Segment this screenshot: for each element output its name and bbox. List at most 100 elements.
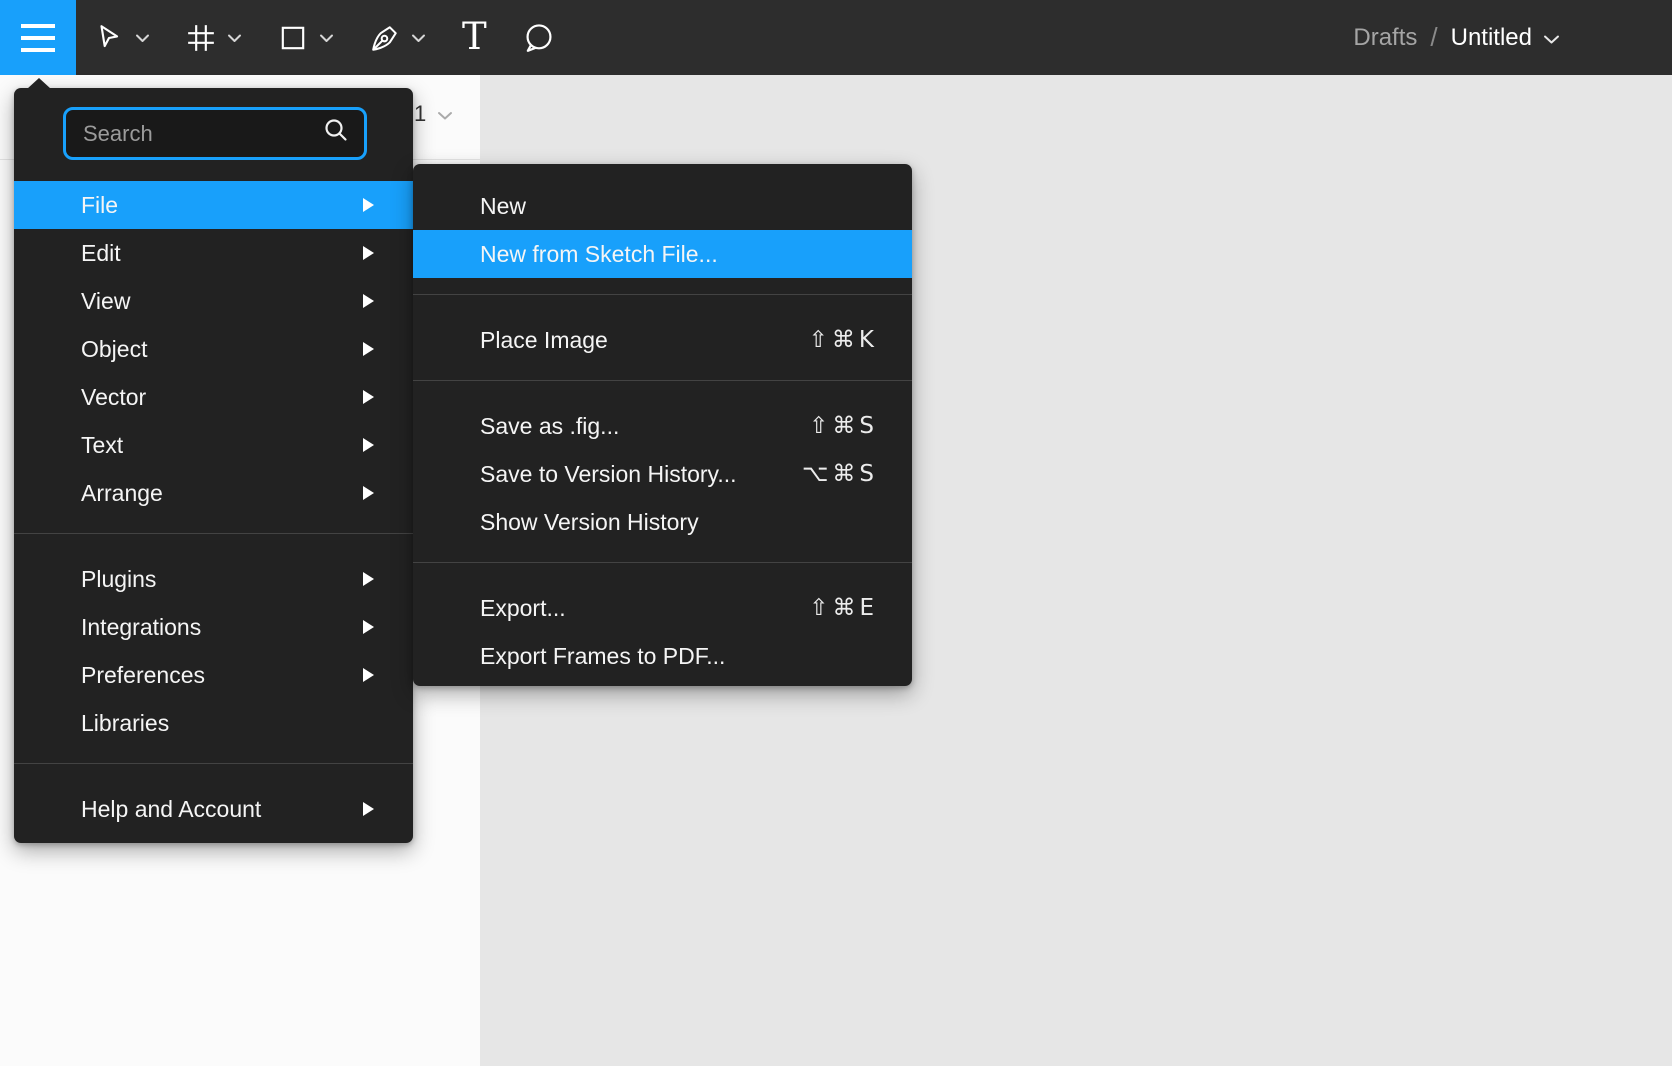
toolbar: T Drafts / Untitled: [0, 0, 1672, 75]
chevron-down-icon: [437, 101, 453, 127]
menu-divider: [413, 380, 912, 381]
cursor-icon: [94, 23, 124, 53]
menu-item-shortcut: ⌥⌘S: [802, 461, 878, 487]
tool-group: T: [90, 0, 559, 75]
submenu-arrow-icon: [363, 390, 374, 404]
menu-item-label: Integrations: [81, 614, 201, 641]
submenu-item-export[interactable]: Export... ⇧⌘E: [413, 584, 912, 632]
menu-item-shortcut: ⇧⌘E: [809, 595, 878, 621]
breadcrumb-separator: /: [1430, 22, 1437, 53]
main-menu: File Edit View Object Vector Text Arrange Plugi…: [14, 88, 413, 843]
menu-section: Place Image ⇧⌘K: [413, 316, 912, 364]
submenu-arrow-icon: [363, 572, 374, 586]
menu-item-label: Place Image: [480, 327, 608, 354]
submenu-item-save-to-version-history[interactable]: Save to Version History... ⌥⌘S: [413, 450, 912, 498]
shape-tool-button[interactable]: [274, 0, 338, 75]
submenu-arrow-icon: [363, 620, 374, 634]
menu-item-label: Preferences: [81, 662, 205, 689]
menu-item-label: File: [81, 192, 118, 219]
main-menu-button[interactable]: [0, 0, 76, 75]
submenu-arrow-icon: [363, 486, 374, 500]
breadcrumb-file[interactable]: Untitled: [1451, 24, 1560, 52]
menu-item-label: Export Frames to PDF...: [480, 643, 725, 670]
menu-item-label: New from Sketch File...: [480, 241, 718, 268]
menu-item-vector[interactable]: Vector: [14, 373, 413, 421]
submenu-item-export-frames-to-pdf[interactable]: Export Frames to PDF...: [413, 632, 912, 680]
comment-tool-button[interactable]: [519, 0, 559, 75]
main-menu-sections: File Edit View Object Vector Text Arrange Plugi…: [14, 181, 413, 833]
search-icon: [323, 117, 350, 150]
chevron-down-icon: [135, 33, 150, 43]
menu-item-plugins[interactable]: Plugins: [14, 555, 413, 603]
submenu-arrow-icon: [363, 294, 374, 308]
submenu-arrow-icon: [363, 342, 374, 356]
menu-item-libraries[interactable]: Libraries: [14, 699, 413, 747]
menu-item-label: Libraries: [81, 710, 169, 737]
comment-icon: [523, 22, 555, 54]
menu-item-label: Plugins: [81, 566, 156, 593]
chevron-down-icon: [1543, 24, 1560, 52]
menu-item-label: Arrange: [81, 480, 163, 507]
menu-item-arrange[interactable]: Arrange: [14, 469, 413, 517]
page-dropdown[interactable]: 1: [414, 101, 453, 127]
breadcrumb-project[interactable]: Drafts: [1353, 24, 1417, 52]
menu-item-preferences[interactable]: Preferences: [14, 651, 413, 699]
submenu-item-new-from-sketch-file[interactable]: New from Sketch File...: [413, 230, 912, 278]
menu-divider: [413, 294, 912, 295]
file-submenu: New New from Sketch File... Place Image ⇧⌘K…: [413, 164, 912, 686]
menu-item-view[interactable]: View: [14, 277, 413, 325]
menu-item-label: Object: [81, 336, 147, 363]
submenu-arrow-icon: [363, 438, 374, 452]
submenu-item-new[interactable]: New: [413, 182, 912, 230]
menu-item-text[interactable]: Text: [14, 421, 413, 469]
menu-item-label: Text: [81, 432, 123, 459]
menu-item-label: Export...: [480, 595, 566, 622]
pen-tool-button[interactable]: [366, 0, 430, 75]
menu-item-label: View: [81, 288, 130, 315]
menu-item-label: New: [480, 193, 526, 220]
menu-item-label: Show Version History: [480, 509, 699, 536]
menu-item-label: Save as .fig...: [480, 413, 619, 440]
rectangle-icon: [278, 23, 308, 53]
submenu-item-show-version-history[interactable]: Show Version History: [413, 498, 912, 546]
text-icon: T: [462, 18, 487, 55]
menu-item-label: Save to Version History...: [480, 461, 737, 488]
move-tool-button[interactable]: [90, 0, 154, 75]
frame-tool-button[interactable]: [182, 0, 246, 75]
file-name: Untitled: [1451, 24, 1532, 52]
menu-item-object[interactable]: Object: [14, 325, 413, 373]
hamburger-icon: [18, 20, 58, 56]
pen-icon: [370, 23, 400, 53]
chevron-down-icon: [227, 33, 242, 43]
search-input[interactable]: [83, 121, 323, 147]
submenu-arrow-icon: [363, 198, 374, 212]
submenu-arrow-icon: [363, 246, 374, 260]
menu-section: File Edit View Object Vector Text Arrange: [14, 181, 413, 517]
menu-item-shortcut: ⇧⌘K: [809, 327, 878, 353]
menu-item-label: Edit: [81, 240, 121, 267]
menu-divider: [413, 562, 912, 563]
menu-section: Save as .fig... ⇧⌘S Save to Version Histor…: [413, 402, 912, 546]
frame-icon: [186, 23, 216, 53]
menu-section: Help and Account: [14, 785, 413, 833]
chevron-down-icon: [319, 33, 334, 43]
text-tool-button[interactable]: T: [458, 0, 491, 75]
submenu-item-save-as-fig[interactable]: Save as .fig... ⇧⌘S: [413, 402, 912, 450]
menu-item-edit[interactable]: Edit: [14, 229, 413, 277]
submenu-arrow-icon: [363, 668, 374, 682]
menu-item-label: Help and Account: [81, 796, 261, 823]
menu-section: New New from Sketch File...: [413, 182, 912, 278]
file-submenu-sections: New New from Sketch File... Place Image ⇧⌘K…: [413, 164, 912, 680]
menu-search: [14, 88, 413, 160]
search-box: [63, 107, 367, 160]
menu-item-shortcut: ⇧⌘S: [809, 413, 878, 439]
menu-pointer-arrow: [27, 78, 51, 89]
menu-item-label: Vector: [81, 384, 146, 411]
menu-item-file[interactable]: File: [14, 181, 413, 229]
menu-divider: [14, 763, 413, 764]
menu-item-help-and-account[interactable]: Help and Account: [14, 785, 413, 833]
submenu-item-place-image[interactable]: Place Image ⇧⌘K: [413, 316, 912, 364]
menu-item-integrations[interactable]: Integrations: [14, 603, 413, 651]
page-indicator-label: 1: [414, 101, 426, 127]
submenu-arrow-icon: [363, 802, 374, 816]
